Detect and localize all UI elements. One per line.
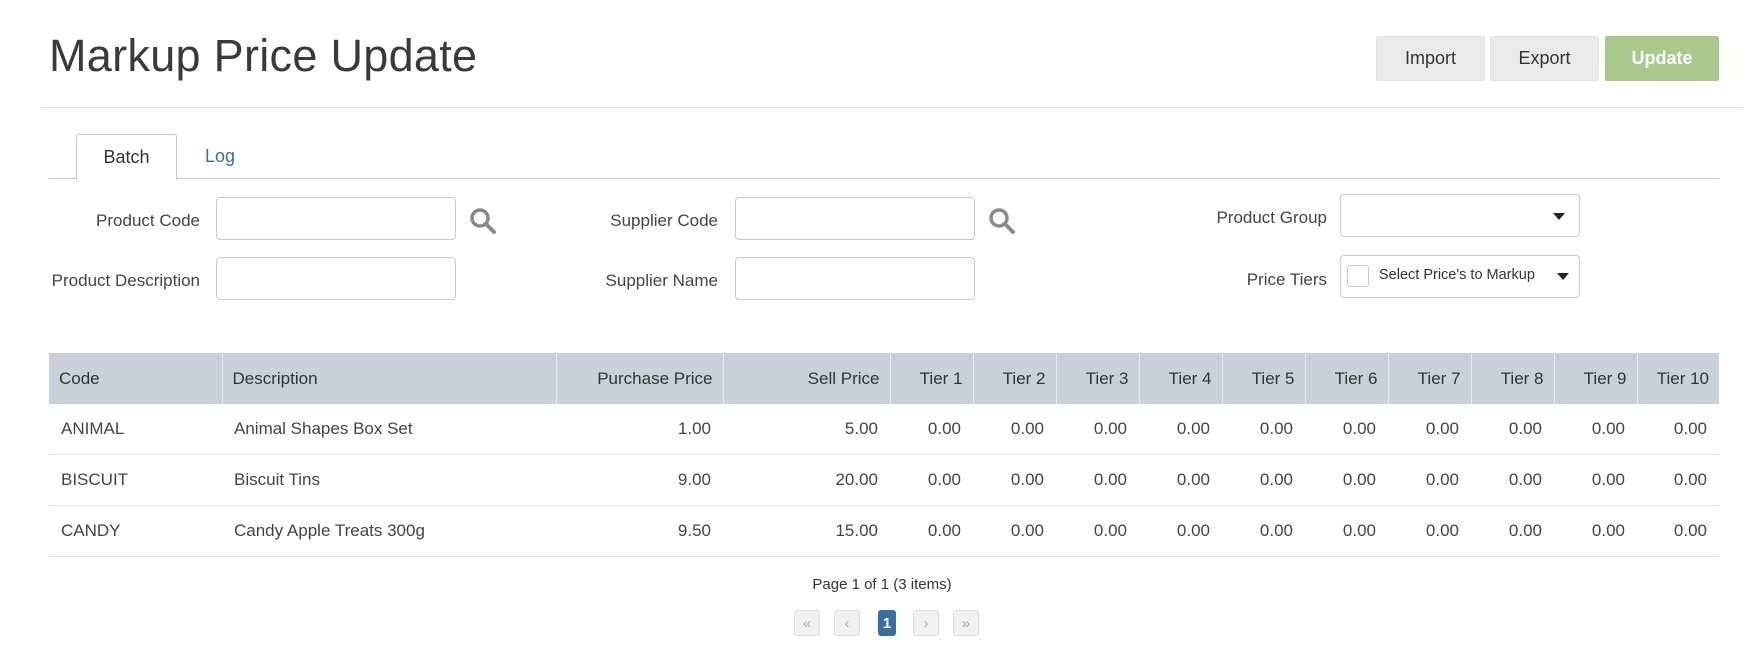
column-header-tier-4[interactable]: Tier 4 bbox=[1139, 353, 1223, 404]
supplier-name-input[interactable] bbox=[735, 257, 975, 300]
column-header-tier-2[interactable]: Tier 2 bbox=[973, 353, 1057, 404]
row-tier-4: 0.00 bbox=[1139, 505, 1222, 557]
column-header-tier-5[interactable]: Tier 5 bbox=[1222, 353, 1306, 404]
row-description: Biscuit Tins bbox=[222, 454, 556, 506]
column-header-tier-1[interactable]: Tier 1 bbox=[890, 353, 974, 404]
row-tier-9: 0.00 bbox=[1554, 505, 1637, 557]
page-title: Markup Price Update bbox=[49, 30, 478, 81]
row-tier-9: 0.00 bbox=[1554, 454, 1637, 506]
price-tiers-checkbox[interactable] bbox=[1347, 265, 1369, 287]
row-description: Candy Apple Treats 300g bbox=[222, 505, 556, 557]
row-code-link[interactable]: ANIMAL bbox=[49, 404, 222, 455]
row-sell-price: 20.00 bbox=[723, 454, 890, 506]
pager-page-1[interactable]: 1 bbox=[878, 610, 896, 636]
price-table: Code Description Purchase Price Sell Pri… bbox=[49, 353, 1719, 557]
column-header-description[interactable]: Description bbox=[222, 353, 557, 404]
row-tier-6: 0.00 bbox=[1305, 404, 1388, 455]
import-button[interactable]: Import bbox=[1376, 36, 1485, 81]
row-tier-3: 0.00 bbox=[1056, 454, 1139, 506]
tab-log[interactable]: Log bbox=[195, 134, 245, 179]
product-group-select[interactable] bbox=[1340, 194, 1580, 237]
row-tier-8: 0.00 bbox=[1471, 454, 1554, 506]
price-tiers-placeholder: Select Price's to Markup bbox=[1379, 267, 1535, 283]
row-tier-7: 0.00 bbox=[1388, 505, 1471, 557]
update-button[interactable]: Update bbox=[1605, 36, 1719, 81]
pager-first-button[interactable]: « bbox=[794, 610, 820, 636]
supplier-code-label: Supplier Code bbox=[610, 211, 718, 230]
row-tier-8: 0.00 bbox=[1471, 404, 1554, 455]
row-purchase-price: 9.50 bbox=[556, 505, 723, 557]
row-sell-price: 5.00 bbox=[723, 404, 890, 455]
table-row[interactable]: CANDY Candy Apple Treats 300g 9.50 15.00… bbox=[49, 505, 1719, 557]
pager-info: Page 1 of 1 (3 items) bbox=[812, 576, 952, 593]
row-tier-5: 0.00 bbox=[1222, 454, 1305, 506]
search-icon[interactable] bbox=[988, 207, 1016, 235]
row-tier-6: 0.00 bbox=[1305, 454, 1388, 506]
column-header-code[interactable]: Code bbox=[49, 353, 223, 404]
chevron-down-icon bbox=[1557, 273, 1569, 280]
table-row[interactable]: BISCUIT Biscuit Tins 9.00 20.00 0.00 0.0… bbox=[49, 454, 1719, 506]
supplier-code-input[interactable] bbox=[735, 197, 975, 240]
row-tier-3: 0.00 bbox=[1056, 505, 1139, 557]
row-sell-price: 15.00 bbox=[723, 505, 890, 557]
pager-prev-button[interactable]: ‹ bbox=[834, 610, 860, 636]
row-description: Animal Shapes Box Set bbox=[222, 404, 556, 455]
product-description-label: Product Description bbox=[51, 271, 200, 290]
column-header-tier-9[interactable]: Tier 9 bbox=[1554, 353, 1638, 404]
row-tier-4: 0.00 bbox=[1139, 404, 1222, 455]
row-tier-10: 0.00 bbox=[1637, 505, 1719, 557]
search-icon[interactable] bbox=[469, 207, 497, 235]
column-header-tier-7[interactable]: Tier 7 bbox=[1388, 353, 1472, 404]
product-description-input[interactable] bbox=[216, 257, 456, 300]
tabs-divider bbox=[49, 178, 1719, 179]
row-tier-1: 0.00 bbox=[890, 454, 973, 506]
column-header-purchase-price[interactable]: Purchase Price bbox=[556, 353, 724, 404]
table-header-row: Code Description Purchase Price Sell Pri… bbox=[49, 353, 1719, 404]
tab-batch[interactable]: Batch bbox=[76, 134, 177, 181]
row-purchase-price: 9.00 bbox=[556, 454, 723, 506]
table-row[interactable]: ANIMAL Animal Shapes Box Set 1.00 5.00 0… bbox=[49, 404, 1719, 455]
row-tier-4: 0.00 bbox=[1139, 454, 1222, 506]
row-tier-5: 0.00 bbox=[1222, 404, 1305, 455]
pager-next-button[interactable]: › bbox=[913, 610, 939, 636]
export-button[interactable]: Export bbox=[1490, 36, 1599, 81]
row-tier-6: 0.00 bbox=[1305, 505, 1388, 557]
row-tier-1: 0.00 bbox=[890, 505, 973, 557]
row-code-link[interactable]: CANDY bbox=[49, 505, 222, 557]
column-header-sell-price[interactable]: Sell Price bbox=[723, 353, 891, 404]
row-tier-2: 0.00 bbox=[973, 454, 1056, 506]
row-tier-8: 0.00 bbox=[1471, 505, 1554, 557]
pager-last-button[interactable]: » bbox=[953, 610, 979, 636]
product-group-label: Product Group bbox=[1216, 208, 1327, 227]
row-tier-7: 0.00 bbox=[1388, 404, 1471, 455]
row-tier-3: 0.00 bbox=[1056, 404, 1139, 455]
product-code-input[interactable] bbox=[216, 197, 456, 240]
supplier-name-label: Supplier Name bbox=[605, 271, 718, 290]
row-tier-10: 0.00 bbox=[1637, 454, 1719, 506]
column-header-tier-3[interactable]: Tier 3 bbox=[1056, 353, 1140, 404]
price-tiers-select[interactable]: Select Price's to Markup bbox=[1340, 255, 1580, 298]
row-tier-5: 0.00 bbox=[1222, 505, 1305, 557]
chevron-down-icon bbox=[1553, 213, 1565, 220]
row-tier-1: 0.00 bbox=[890, 404, 973, 455]
header-divider bbox=[41, 107, 1743, 108]
row-tier-2: 0.00 bbox=[973, 404, 1056, 455]
column-header-tier-8[interactable]: Tier 8 bbox=[1471, 353, 1555, 404]
row-purchase-price: 1.00 bbox=[556, 404, 723, 455]
row-tier-7: 0.00 bbox=[1388, 454, 1471, 506]
row-tier-2: 0.00 bbox=[973, 505, 1056, 557]
row-tier-9: 0.00 bbox=[1554, 404, 1637, 455]
price-tiers-label: Price Tiers bbox=[1246, 270, 1327, 289]
product-code-label: Product Code bbox=[96, 211, 200, 230]
column-header-tier-10[interactable]: Tier 10 bbox=[1637, 353, 1719, 404]
row-tier-10: 0.00 bbox=[1637, 404, 1719, 455]
row-code-link[interactable]: BISCUIT bbox=[49, 454, 222, 506]
column-header-tier-6[interactable]: Tier 6 bbox=[1305, 353, 1389, 404]
